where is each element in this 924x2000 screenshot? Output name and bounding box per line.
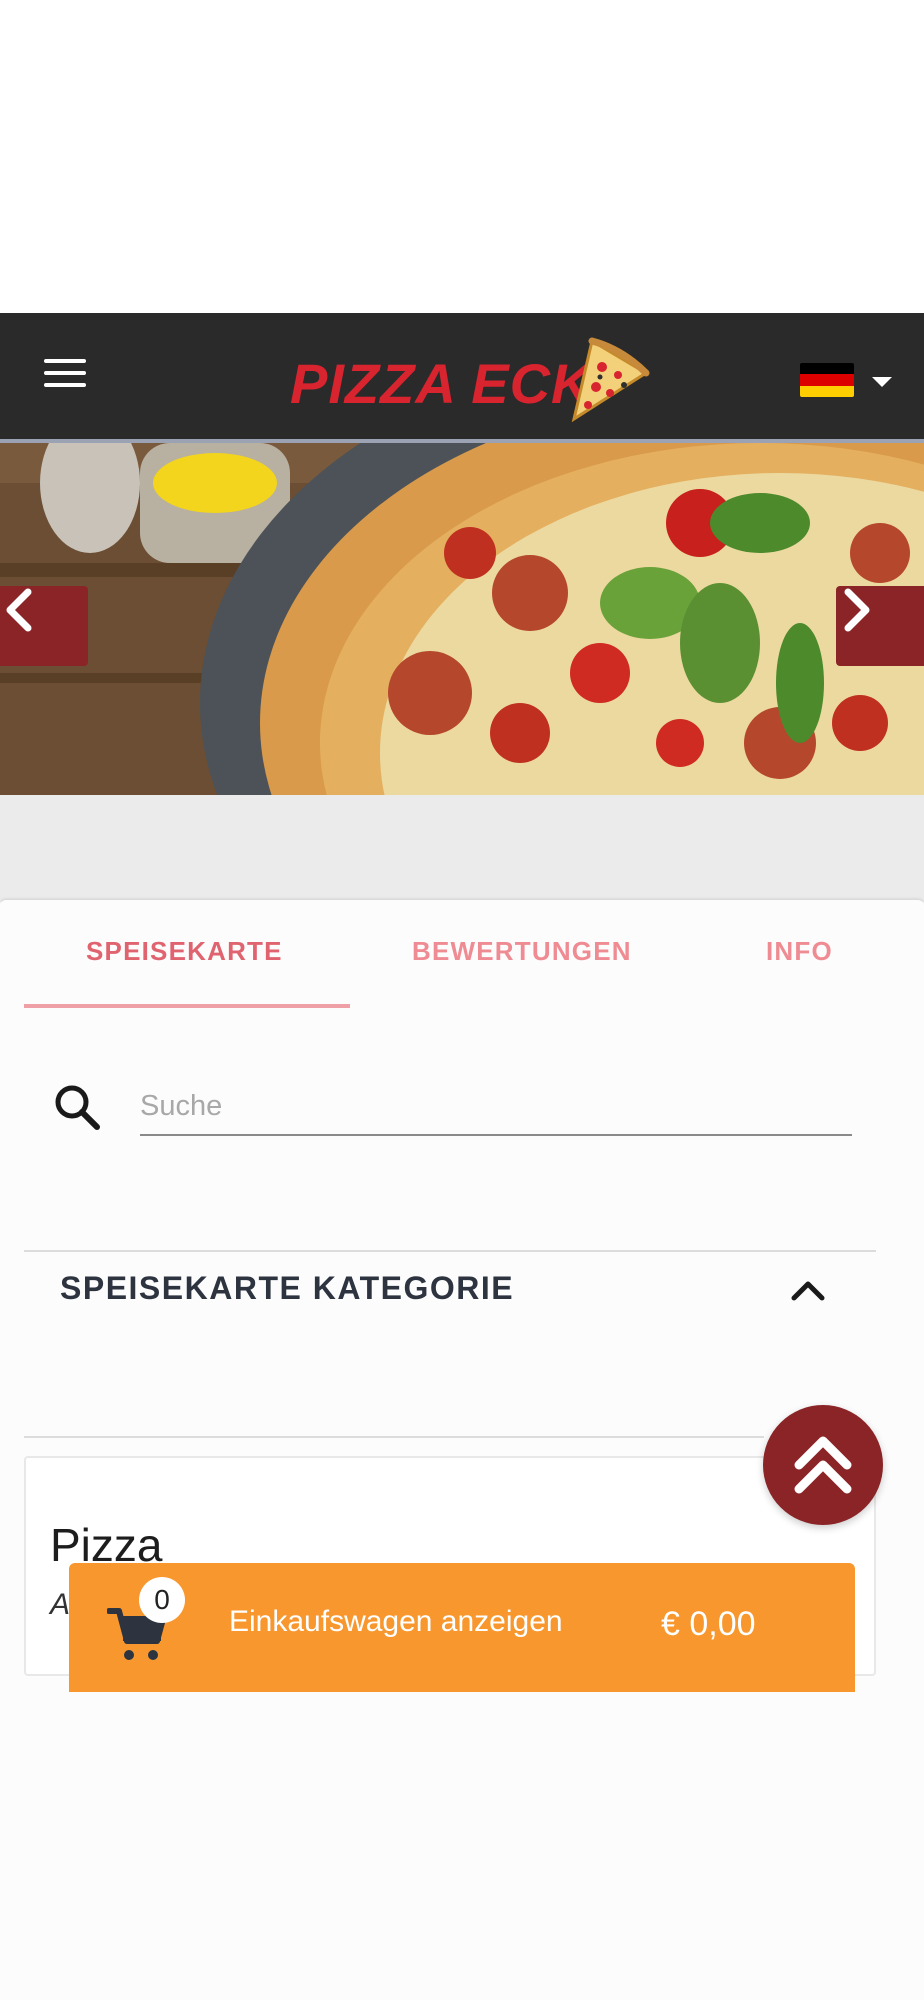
tab-bewertungen[interactable]: BEWERTUNGEN [412, 936, 632, 967]
language-selector[interactable] [800, 363, 900, 399]
hamburger-icon[interactable] [44, 359, 88, 393]
tab-speisekarte[interactable]: SPEISEKARTE [86, 936, 283, 967]
pizza-photo [0, 443, 924, 795]
divider [24, 1436, 764, 1438]
status-area [0, 0, 924, 313]
search-input[interactable] [140, 1078, 852, 1136]
scroll-to-top-button[interactable] [763, 1405, 883, 1525]
pizza-slice-icon [571, 337, 650, 423]
chevron-right-icon [844, 588, 870, 632]
tab-info[interactable]: INFO [766, 936, 833, 967]
german-flag-icon [800, 363, 854, 397]
view-cart-button[interactable]: 0 Einkaufswagen anzeigen € 0,00 [69, 1563, 855, 1693]
hero-carousel[interactable] [0, 439, 924, 795]
cart-count-badge: 0 [139, 1577, 185, 1623]
bottom-spacer [0, 1692, 924, 2000]
cart-label: Einkaufswagen anzeigen [229, 1605, 563, 1638]
search-icon[interactable] [52, 1082, 102, 1132]
card-subtitle: A [50, 1588, 71, 1621]
brand-name: PIZZA ECK [290, 352, 593, 415]
double-chevron-up-icon [794, 1436, 852, 1494]
cart-total: € 0,00 [661, 1605, 756, 1643]
chevron-up-icon [791, 1281, 825, 1301]
chevron-left-icon [6, 588, 32, 632]
app-header: PIZZA ECK [0, 313, 924, 439]
caret-down-icon [872, 377, 892, 387]
search-bar [0, 1076, 924, 1176]
category-title: SPEISEKARTE KATEGORIE [60, 1270, 515, 1306]
active-tab-indicator [24, 1004, 350, 1008]
tab-bar: SPEISEKARTE BEWERTUNGEN INFO [0, 900, 924, 1008]
category-accordion[interactable]: SPEISEKARTE KATEGORIE [0, 1250, 924, 1330]
carousel-prev-button[interactable] [0, 586, 88, 666]
carousel-next-button[interactable] [836, 586, 924, 666]
brand-logo[interactable]: PIZZA ECK [290, 333, 650, 423]
content-spacer [0, 795, 924, 902]
